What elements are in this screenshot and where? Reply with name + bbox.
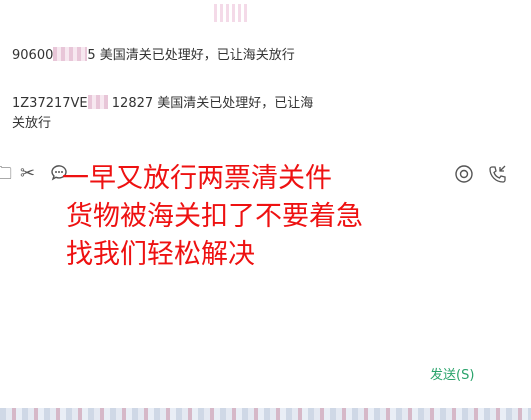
promo-line-2: 货物被海关扣了不要着急: [66, 201, 363, 232]
promo-line-3: 找我们轻松解决: [66, 239, 255, 270]
message-prefix: 1Z37217VE: [12, 96, 88, 111]
chat-message: 1Z37217VE 12827 美国清关已处理好，已让海关放行: [12, 94, 322, 134]
target-icon-graphic: [455, 165, 473, 183]
blurred-taskbar: [0, 408, 531, 420]
blurred-header-name: [214, 4, 248, 22]
message-prefix: 90600: [12, 48, 54, 63]
promo-line-1: 一早又放行两票清关件: [62, 163, 332, 194]
target-icon[interactable]: [454, 164, 474, 189]
phone-icon[interactable]: [488, 164, 508, 189]
phone-icon-graphic: [489, 165, 506, 183]
folder-icon[interactable]: 🗀: [0, 164, 12, 184]
scissors-icon[interactable]: ✂: [20, 164, 35, 184]
message-suffix: 5 美国清关已处理好，已让海关放行: [87, 48, 295, 63]
redacted-mosaic: [53, 47, 88, 61]
chat-message: 90600 5 美国清关已处理好，已让海关放行: [12, 46, 372, 66]
redacted-mosaic: [87, 95, 108, 109]
send-button[interactable]: 发送(S): [430, 367, 474, 385]
promo-overlay-text: 一早又放行两票清关件 货物被海关扣了不要着急 找我们轻松解决: [62, 160, 363, 274]
